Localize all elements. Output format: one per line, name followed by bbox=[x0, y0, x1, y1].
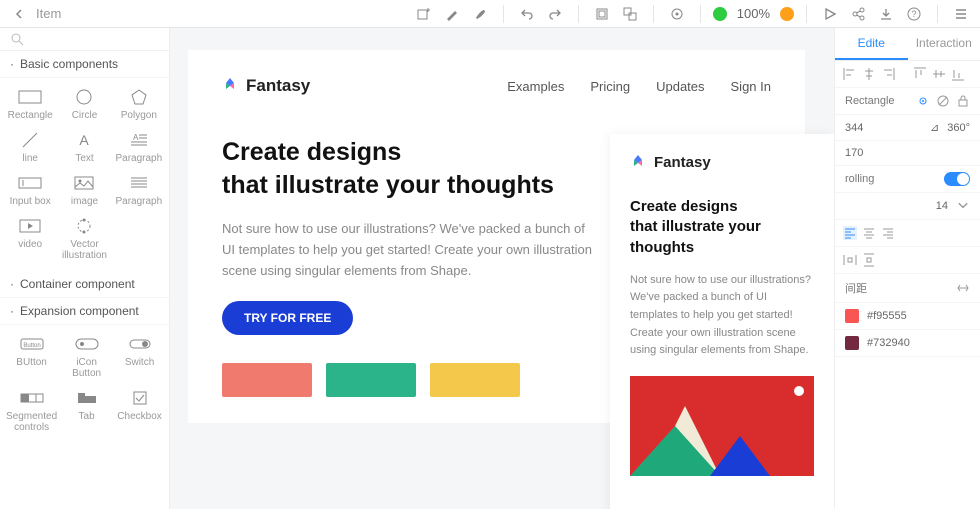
download-icon[interactable] bbox=[875, 3, 897, 25]
redo-icon[interactable] bbox=[544, 3, 566, 25]
play-icon[interactable] bbox=[819, 3, 841, 25]
svg-text:A: A bbox=[133, 133, 139, 142]
search-icon[interactable] bbox=[10, 32, 24, 46]
align-right-icon[interactable] bbox=[881, 67, 895, 81]
nav-pricing[interactable]: Pricing bbox=[590, 79, 630, 94]
section-expansion[interactable]: ·Expansion component bbox=[0, 298, 169, 325]
svg-text:A: A bbox=[80, 132, 90, 148]
scroll-toggle[interactable] bbox=[944, 172, 970, 186]
comp-rectangle[interactable]: Rectangle bbox=[4, 84, 56, 125]
comp-paragraph2[interactable]: Paragraph bbox=[113, 170, 165, 211]
align-center-h-icon[interactable] bbox=[862, 67, 876, 81]
comp-circle[interactable]: Circle bbox=[58, 84, 110, 125]
rotation-value[interactable]: 360° bbox=[947, 122, 970, 134]
section-container[interactable]: ·Container component bbox=[0, 271, 169, 298]
comp-vector[interactable]: Vector illustration bbox=[58, 213, 110, 265]
dist-h-icon[interactable] bbox=[843, 253, 857, 267]
lock-icon[interactable] bbox=[956, 94, 970, 108]
brush-icon[interactable] bbox=[469, 3, 491, 25]
comp-video[interactable]: video bbox=[4, 213, 56, 265]
svg-text:?: ? bbox=[911, 9, 916, 19]
brand-logo-icon bbox=[222, 78, 238, 94]
cta-button[interactable]: TRY FOR FREE bbox=[222, 301, 353, 335]
back-button[interactable] bbox=[8, 3, 30, 25]
color-chip-1[interactable] bbox=[845, 309, 859, 323]
target-icon[interactable] bbox=[666, 3, 688, 25]
preview-logo-icon bbox=[630, 155, 646, 171]
shape-type: Rectangle bbox=[845, 95, 895, 107]
mobile-preview: Fantasy Create designsthat illustrate yo… bbox=[610, 134, 834, 509]
align-left-icon[interactable] bbox=[843, 67, 857, 81]
comp-text[interactable]: AText bbox=[58, 127, 110, 168]
width-value[interactable]: 344 bbox=[845, 122, 863, 134]
comp-paragraph[interactable]: AParagraph bbox=[113, 127, 165, 168]
comp-button[interactable]: ButtonBUtton bbox=[4, 331, 59, 383]
menu-icon[interactable] bbox=[950, 3, 972, 25]
comp-segmented[interactable]: Segmented controls bbox=[4, 385, 59, 437]
chevron-down-icon[interactable] bbox=[956, 199, 970, 213]
page-title: Item bbox=[36, 6, 61, 21]
preview-brand: Fantasy bbox=[654, 154, 711, 171]
text-align-right-icon[interactable] bbox=[881, 226, 895, 240]
align-top-icon[interactable] bbox=[913, 67, 927, 81]
color-hex-1[interactable]: #f95555 bbox=[867, 310, 907, 322]
comp-checkbox[interactable]: Checkbox bbox=[114, 385, 165, 437]
share-icon[interactable] bbox=[847, 3, 869, 25]
zoom-add-icon[interactable] bbox=[780, 7, 794, 21]
comp-switch[interactable]: Switch bbox=[114, 331, 165, 383]
nav-examples[interactable]: Examples bbox=[507, 79, 564, 94]
comp-polygon[interactable]: Polygon bbox=[113, 84, 165, 125]
group-icon[interactable] bbox=[591, 3, 613, 25]
zoom-level[interactable]: 100% bbox=[737, 6, 770, 21]
preview-body: Not sure how to use our illustrations? W… bbox=[630, 272, 814, 360]
comp-tab[interactable]: Tab bbox=[61, 385, 112, 437]
align-middle-icon[interactable] bbox=[932, 67, 946, 81]
add-artboard-icon[interactable] bbox=[413, 3, 435, 25]
section-basic[interactable]: ·Basic components bbox=[0, 51, 169, 78]
brand-name: Fantasy bbox=[246, 76, 310, 96]
preview-heading: Create designsthat illustrate your thoug… bbox=[630, 197, 814, 258]
pen-icon[interactable] bbox=[441, 3, 463, 25]
tab-interaction[interactable]: Interaction bbox=[908, 28, 980, 60]
visible-icon[interactable] bbox=[916, 94, 930, 108]
swatch-yellow[interactable] bbox=[430, 363, 520, 397]
color-chip-2[interactable] bbox=[845, 336, 859, 350]
status-indicator bbox=[713, 7, 727, 21]
align-bottom-icon[interactable] bbox=[951, 67, 965, 81]
height-value[interactable]: 170 bbox=[845, 147, 863, 159]
ungroup-icon[interactable] bbox=[619, 3, 641, 25]
tab-edit[interactable]: Edite bbox=[835, 28, 908, 60]
nav-signin[interactable]: Sign In bbox=[731, 79, 771, 94]
value-14[interactable]: 14 bbox=[936, 200, 948, 212]
swatch-green[interactable] bbox=[326, 363, 416, 397]
help-icon[interactable]: ? bbox=[903, 3, 925, 25]
hero-heading: Create designsthat illustrate your thoug… bbox=[222, 136, 596, 201]
nav-updates[interactable]: Updates bbox=[656, 79, 704, 94]
spacing-icon[interactable] bbox=[956, 281, 970, 295]
scroll-label: rolling bbox=[845, 173, 874, 185]
preview-illustration bbox=[630, 376, 814, 476]
spacing-label: 间距 bbox=[845, 280, 867, 296]
text-align-center-icon[interactable] bbox=[862, 226, 876, 240]
undo-icon[interactable] bbox=[516, 3, 538, 25]
comp-inputbox[interactable]: Input box bbox=[4, 170, 56, 211]
hero-body: Not sure how to use our illustrations? W… bbox=[222, 219, 596, 281]
color-hex-2[interactable]: #732940 bbox=[867, 337, 910, 349]
text-align-left-icon[interactable] bbox=[843, 226, 857, 240]
comp-iconbutton[interactable]: iCon Button bbox=[61, 331, 112, 383]
disabled-icon[interactable] bbox=[936, 94, 950, 108]
comp-line[interactable]: line bbox=[4, 127, 56, 168]
swatch-red[interactable] bbox=[222, 363, 312, 397]
comp-image[interactable]: image bbox=[58, 170, 110, 211]
dist-v-icon[interactable] bbox=[862, 253, 876, 267]
svg-text:Button: Button bbox=[23, 343, 40, 349]
